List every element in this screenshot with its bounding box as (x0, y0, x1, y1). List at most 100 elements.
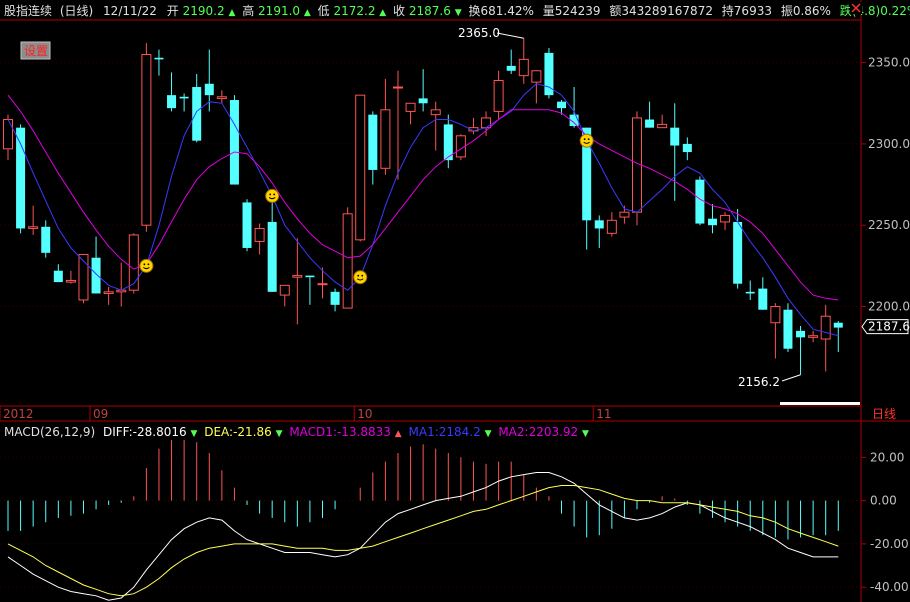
ma1-arrow-icon: ▼ (485, 429, 492, 439)
low-value: 2172.2 (333, 4, 375, 18)
min-price-label: 2156.2 (738, 375, 780, 389)
chart-canvas[interactable]: 2200.0 2250.0 2300.0 2350.0 2012 09 10 11 2365… (0, 0, 910, 602)
signal-marker-face (579, 133, 594, 148)
close-label: 收 (393, 4, 405, 18)
diff-arrow-icon: ▼ (190, 429, 197, 439)
date-tick-label: 11 (596, 407, 611, 421)
candle-body-down (267, 221, 277, 292)
candle-body-down (418, 98, 428, 104)
settings-button[interactable]: 设置 (20, 41, 51, 60)
candle-body-down (506, 65, 516, 71)
candle-body-up (3, 119, 13, 150)
candle-body-down (368, 114, 378, 170)
candle-body-up (430, 109, 441, 116)
candle-body-up (392, 86, 403, 89)
candle-body-down (670, 127, 680, 146)
candle-body-up (279, 284, 290, 296)
date-tick-label: 09 (93, 407, 108, 421)
macd-grid (0, 456, 861, 588)
candle-body-down (745, 291, 755, 294)
candle-body-down (192, 87, 202, 141)
candle-body-down (796, 330, 806, 338)
candle-body-down (41, 226, 51, 253)
settings-button-label: 设置 (24, 44, 48, 58)
signal-marker-eye (587, 138, 590, 141)
candle-body-down (91, 257, 101, 294)
candle-body-up (518, 58, 529, 77)
macd-legend: MACD(26,12,9) DIFF:-28.8016 ▼ DEA:-21.86… (4, 425, 589, 439)
current-price-value: 2187.6 (868, 320, 910, 334)
candle-body-up (317, 283, 328, 286)
candle-body-down (330, 291, 340, 305)
macd-tick-label: 20.00 (870, 450, 904, 464)
macd-tick-label: -40.00 (870, 580, 909, 594)
candle-body-down (53, 270, 63, 283)
high-value: 2191.0 (258, 4, 300, 18)
price-tick-label: 2350.0 (868, 56, 910, 70)
candle-body-down (758, 288, 768, 310)
signal-marker-icon (139, 258, 154, 273)
date-tick-label: 10 (357, 407, 372, 421)
scrollbar-thumb[interactable] (780, 402, 860, 405)
candle-body-up (405, 102, 416, 112)
candle-body-down (204, 83, 214, 96)
period-tab-daily[interactable]: 日线 (872, 407, 896, 421)
bar-date: 12/11/22 (103, 4, 157, 18)
signal-marker-face (139, 258, 154, 273)
open-label: 开 (167, 4, 179, 18)
candle-body-up (531, 70, 542, 83)
signal-marker-face (353, 270, 368, 285)
candle-body-up (292, 275, 303, 278)
signal-marker-eye (583, 138, 586, 141)
close-icon[interactable] (850, 2, 862, 14)
high-arrow-icon: ▲ (304, 8, 311, 18)
close-arrow-icon: ▼ (455, 8, 462, 18)
macd-title: MACD(26,12,9) (4, 425, 95, 439)
signal-marker-eye (147, 263, 150, 266)
price-tick-label: 2200.0 (868, 299, 910, 313)
macd-dea-text: DEA:-21.86 (204, 425, 272, 439)
candle-body-up (28, 226, 39, 229)
low-label: 低 (318, 4, 330, 18)
macd-y-axis: 20.00 0.00 -20.00 -40.00 (861, 450, 909, 594)
max-price-leader (496, 32, 524, 39)
open-interest-value: 持76933 (722, 3, 772, 18)
candle-body-up (65, 279, 76, 283)
open-arrow-icon: ▲ (228, 8, 235, 18)
candle-body-down (557, 101, 567, 109)
low-arrow-icon: ▲ (379, 8, 386, 18)
header-line: 股指连续 (日线) 12/11/22 开 2190.2 ▲ 高 2191.0 ▲… (4, 3, 910, 18)
ma-short-line (7, 83, 839, 337)
candle-body-up (216, 96, 227, 99)
candle-body-down (154, 57, 164, 60)
current-price-tag: 2187.6 (861, 319, 910, 335)
signal-marker-eye (357, 274, 360, 277)
candle-body-down (242, 202, 252, 248)
candle-body-down (645, 119, 655, 128)
turnover-value: 换681.42% (468, 4, 533, 18)
candle-body-up (380, 109, 391, 169)
dea-arrow-icon: ▼ (276, 429, 283, 439)
signal-marker-eye (269, 193, 272, 196)
candle-body-down (167, 95, 177, 109)
price-tick-label: 2300.0 (868, 137, 910, 151)
candle-body-down (733, 221, 743, 284)
ma2-arrow-icon: ▼ (582, 429, 589, 439)
price-y-axis: 2200.0 2250.0 2300.0 2350.0 (861, 56, 910, 313)
candle-body-up (720, 214, 731, 223)
signal-marker-icon (579, 133, 594, 148)
amount-value: 额343289167872 (609, 4, 713, 18)
amplitude-value: 振0.86% (781, 4, 831, 18)
candle-body-down (695, 179, 705, 224)
signal-marker-icon (353, 270, 368, 285)
macd-tick-label: 0.00 (870, 494, 897, 508)
candle-body-up (342, 213, 353, 309)
high-label: 高 (242, 3, 254, 18)
volume-value: 量524239 (543, 4, 601, 18)
candle-body-down (833, 322, 843, 328)
candle-body-down (783, 309, 793, 349)
ma2-text: MA2:2203.92 (498, 425, 578, 439)
date-axis: 2012 09 10 11 (0, 406, 612, 421)
ma1-text: MA1:2184.2 (409, 425, 481, 439)
price-tick-label: 2250.0 (868, 218, 910, 232)
